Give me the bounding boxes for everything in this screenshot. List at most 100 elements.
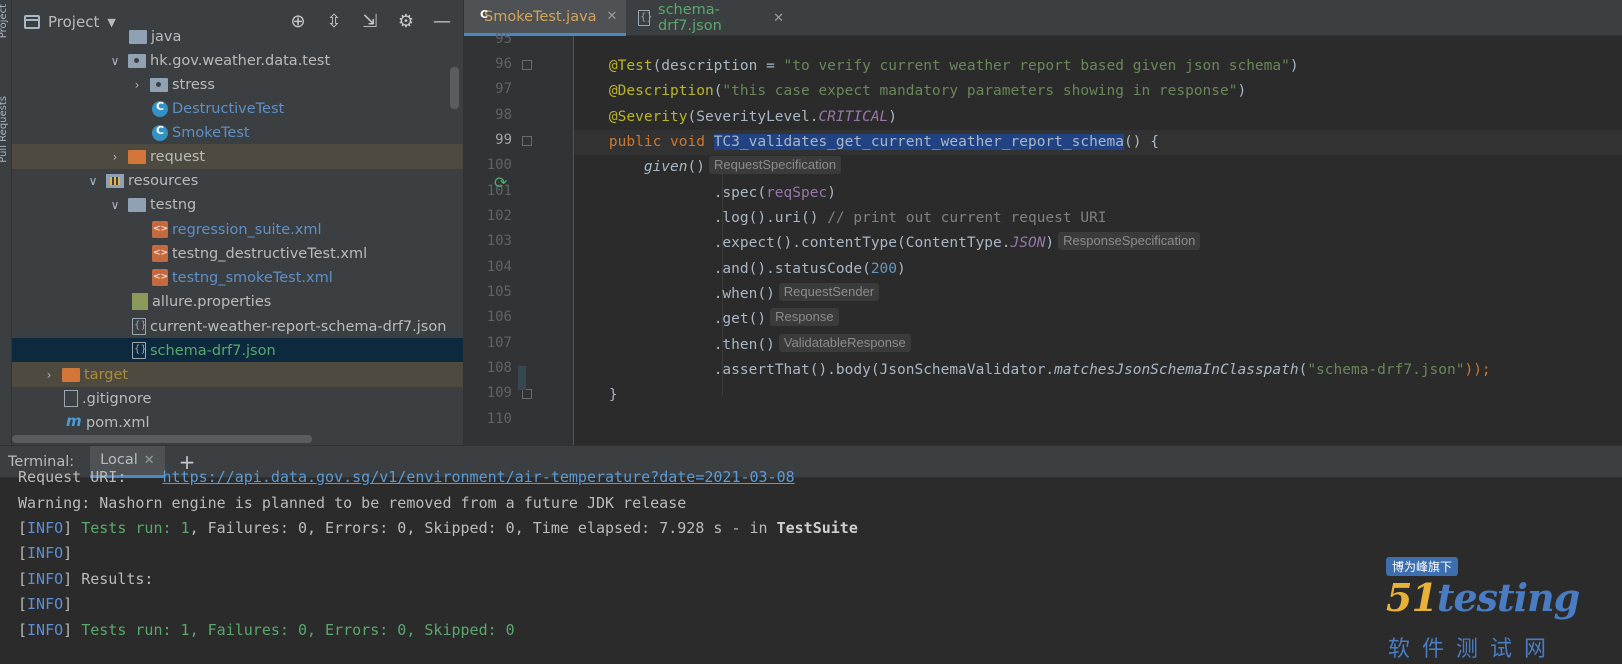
tree-item-allure-properties[interactable]: allure.properties [12,289,463,314]
tree-item-regression-suite[interactable]: regression_suite.xml [12,217,463,242]
tree-item-gitignore[interactable]: .gitignore [12,386,463,411]
tree-item-request[interactable]: › request [12,144,463,169]
line-number: 95 [495,31,512,47]
terminal-text: ] [63,570,82,588]
line-number: 97 [495,81,512,97]
tool-window-strip: Project Pull Requests [0,0,12,445]
tree-item-target[interactable]: › target [12,362,463,387]
tree-item-stress[interactable]: › stress [12,72,463,97]
code-line: .when() RequestSender [574,282,1622,307]
watermark-badge: 博为峰旗下 [1386,557,1459,576]
chevron-right-icon[interactable]: › [42,368,56,382]
line-number: 109 [486,385,512,401]
tree-item-label: request [150,148,206,165]
horizontal-scrollbar[interactable] [12,435,312,443]
constant: CRITICAL [818,109,889,125]
type-hint: RequestSpecification [708,156,842,174]
tree-item-label: pom.xml [86,414,150,431]
code-area[interactable]: @Test(description = "to verify current w… [574,36,1622,445]
project-vertical-tab[interactable]: Project [0,4,9,38]
code-text: ) [897,261,906,277]
terminal-text: [ [18,519,28,537]
terminal-text: ] [63,595,82,613]
tree-item-schema-drf7[interactable]: schema-drf7.json [12,338,463,363]
chevron-down-icon[interactable]: ∨ [108,198,122,212]
code-line: .log().uri() // print out current reques… [574,206,1622,231]
tree-item-java[interactable]: java [12,24,463,49]
resources-folder-icon [106,173,124,188]
line-number: 110 [486,411,512,427]
json-file-icon [132,342,147,359]
tree-item-label: stress [172,76,215,93]
pull-requests-vertical-tab[interactable]: Pull Requests [0,96,9,163]
tree-item-pom[interactable]: pom.xml [12,410,463,435]
tree-item-testng-destructive[interactable]: testng_destructiveTest.xml [12,241,463,266]
terminal-text: 1 [180,519,190,537]
fold-marker-icon[interactable] [522,136,532,146]
fold-marker-icon[interactable] [522,389,532,399]
tree-item-smoketest[interactable]: SmokeTest [12,120,463,145]
tree-item-label: DestructiveTest [172,100,285,117]
code-text: (description = [652,58,784,74]
code-text: .expect().contentType(ContentType. [713,235,1011,251]
line-number: 102 [486,208,512,224]
tree-item-label: schema-drf7.json [150,342,276,359]
info-tag: INFO [27,544,64,562]
type-hint: RequestSender [778,283,880,301]
vertical-scrollbar[interactable] [450,67,459,109]
code-line: .then() ValidatableResponse [574,333,1622,358]
chevron-down-icon[interactable]: ∨ [86,174,100,188]
request-uri-link[interactable]: https://api.data.gov.sg/v1/environment/a… [163,468,795,486]
chevron-right-icon[interactable]: › [130,78,144,92]
terminal-text: TestSuite [776,519,858,537]
project-vertical-tab-label: Project [0,4,9,39]
terminal-text: [ [18,544,28,562]
code-line: .expect().contentType(ContentType.JSON) R… [574,231,1622,256]
tree-item-label: testng [150,196,197,213]
constant: JSON [1010,235,1046,251]
tree-item-label: regression_suite.xml [172,221,322,238]
close-icon[interactable]: ✕ [773,11,784,26]
tree-item-package[interactable]: ∨ hk.gov.weather.data.test [12,48,463,73]
tree-item-label: current-weather-report-schema-drf7.json [150,318,447,335]
terminal-text: ] [63,544,82,562]
code-text: ) [888,109,898,125]
terminal-line: [INFO] [18,593,81,615]
info-tag: INFO [27,621,64,639]
chevron-down-icon[interactable]: ∨ [108,54,122,68]
code-editor: SmokeTest.java ✕ schema-drf7.json ✕ 95 9… [464,0,1622,445]
keyword: public void [608,134,714,150]
annotation: @Severity [608,109,688,125]
run-test-icon[interactable]: ⟳ [494,173,507,192]
line-number: 108 [486,360,512,376]
tree-item-current-weather-schema[interactable]: current-weather-report-schema-drf7.json [12,314,463,339]
type-hint: ValidatableResponse [778,334,911,352]
code-line: } [574,383,1622,408]
fold-marker-icon[interactable] [522,60,532,70]
tree-item-destructivetest[interactable]: DestructiveTest [12,96,463,121]
tree-item-resources[interactable]: ∨ resources [12,168,463,193]
code-text: )); [1464,362,1491,378]
tree-item-testng-smoke[interactable]: testng_smokeTest.xml [12,265,463,290]
terminal-text: Tests run: 1, Failures: 0, Errors: 0, Sk… [81,621,515,639]
folder-icon [129,29,147,44]
watermark-number: 51 [1386,575,1438,620]
chevron-right-icon[interactable]: › [108,150,122,164]
tree-item-testng[interactable]: ∨ testng [12,192,463,217]
terminal-text: Results: [81,570,154,588]
xml-file-icon [152,245,168,262]
terminal-text: , Failures: 0, Errors: 0, Skipped: 0, Ti… [189,519,777,537]
line-number: 105 [486,284,512,300]
code-line: @Test(description = "to verify current w… [574,54,1622,79]
terminal-line: [INFO] [18,542,81,564]
terminal-text: Request URI: [18,468,163,486]
code-line: .assertThat().body(JsonSchemaValidator.m… [574,358,1622,383]
terminal-text: [ [18,595,28,613]
xml-file-icon [152,221,168,238]
file-icon [64,390,78,407]
close-icon[interactable]: ✕ [607,9,618,24]
line-number: 100 [486,157,512,173]
code-text: ) [1045,235,1055,251]
terminal-text: ] [63,621,82,639]
